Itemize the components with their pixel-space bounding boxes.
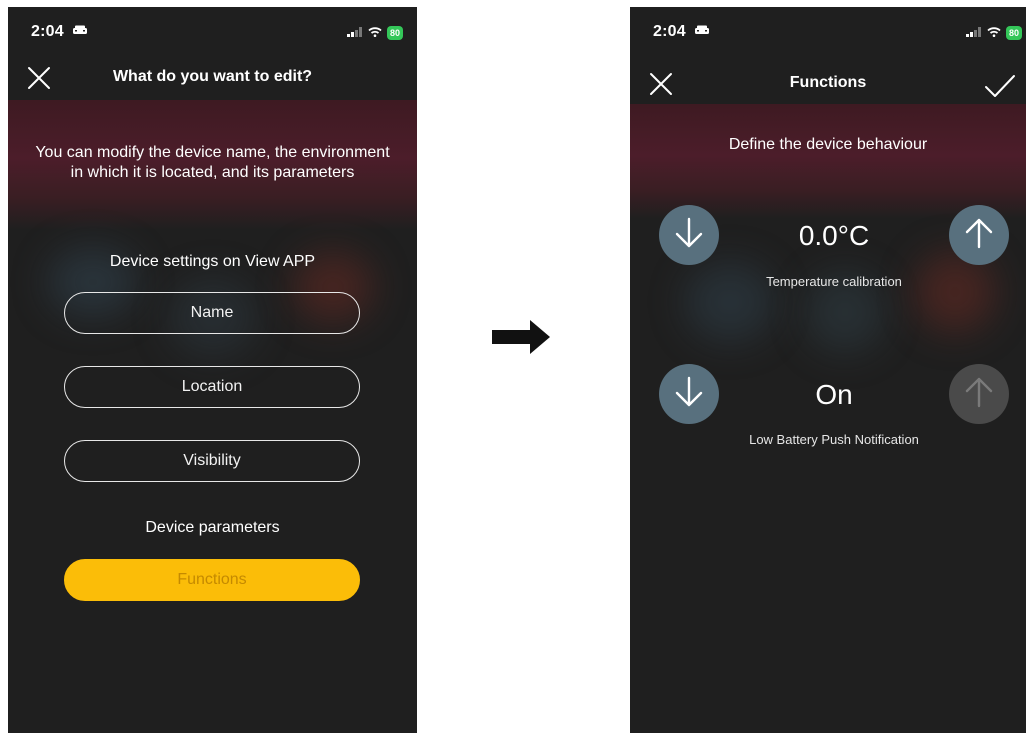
name-button[interactable]: Name [64, 292, 360, 334]
check-icon[interactable] [984, 73, 1016, 99]
location-button[interactable]: Location [64, 366, 360, 408]
temperature-decrease-button[interactable] [659, 205, 719, 265]
low-battery-caption: Low Battery Push Notification [749, 432, 919, 447]
page-title: What do you want to edit? [112, 68, 313, 85]
low-battery-value: On [815, 379, 853, 410]
status-time: 2:04 [653, 23, 686, 41]
wifi-icon [368, 24, 382, 42]
temperature-increase-button[interactable] [949, 205, 1009, 265]
temperature-caption: Temperature calibration [766, 274, 902, 289]
status-time: 2:04 [31, 23, 64, 41]
functions-button[interactable]: Functions [64, 559, 360, 601]
device-parameters-heading: Device parameters [145, 519, 280, 536]
arrow-down-icon [672, 216, 706, 255]
low-battery-increase-button[interactable] [949, 364, 1009, 424]
arrow-up-icon [962, 375, 996, 414]
intro-line-2: in which it is located, and its paramete… [70, 164, 355, 181]
signal-icon [346, 24, 363, 42]
device-settings-heading: Device settings on View APP [109, 253, 316, 270]
low-battery-decrease-button[interactable] [659, 364, 719, 424]
functions-screen: 2:04 80 Functions Define the device beha… [630, 7, 1026, 733]
nav-bar: What do you want to edit? [8, 57, 417, 101]
arrow-down-icon [672, 375, 706, 414]
header-band [630, 104, 1026, 219]
edit-screen: 2:04 80 What do you want to edit? You ca… [8, 7, 417, 733]
arrow-up-icon [962, 216, 996, 255]
visibility-button[interactable]: Visibility [64, 440, 360, 482]
status-bar: 2:04 80 [630, 7, 1026, 57]
temperature-value: 0.0°C [798, 220, 870, 251]
battery-indicator: 80 [386, 26, 403, 40]
intro-text: Define the device behaviour [728, 136, 928, 153]
intro-line-1: You can modify the device name, the envi… [35, 144, 390, 161]
car-icon [72, 23, 88, 41]
battery-indicator: 80 [1005, 26, 1022, 40]
page-title: Functions [789, 74, 867, 91]
car-icon [694, 23, 710, 41]
status-bar: 2:04 80 [8, 7, 417, 57]
signal-icon [965, 24, 982, 42]
arrow-right-icon [492, 320, 552, 354]
wifi-icon [987, 24, 1001, 42]
nav-bar: Functions [630, 63, 1026, 107]
